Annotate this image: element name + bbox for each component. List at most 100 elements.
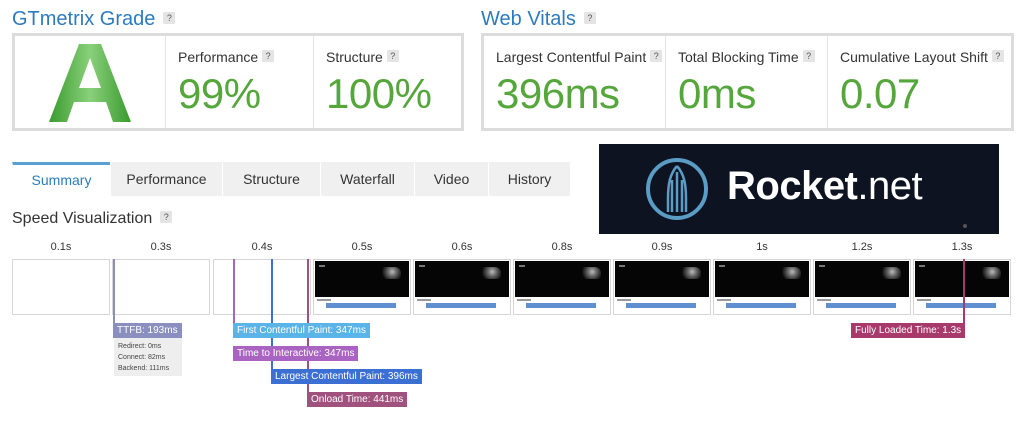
filmstrip-frame[interactable]: [313, 259, 411, 315]
ttfb-backend: Backend: 111ms: [118, 365, 170, 372]
ttfb-detail-box: Redirect: 0ms Connect: 82ms Backend: 111…: [114, 338, 182, 376]
cls-value: 0.07: [840, 70, 920, 117]
onload-marker: Onload Time: 441ms: [307, 392, 408, 407]
grade-panel: A Performance? 99% Structure? 100%: [12, 33, 464, 131]
cls-label-text: Cumulative Layout Shift: [840, 49, 988, 65]
lcp-cell: Largest Contentful Paint? 396ms: [484, 36, 665, 128]
lcp-marker: Largest Contentful Paint: 396ms: [271, 369, 422, 384]
speed-visualization-title-text: Speed Visualization: [12, 210, 153, 227]
frame-time-label: 0.9s: [651, 241, 673, 253]
frame-screenshot-bar: [626, 303, 696, 308]
frame-time-label: 0.8s: [551, 241, 573, 253]
frame-screenshot-bar: [326, 303, 396, 308]
tbt-value: 0ms: [678, 70, 756, 117]
cls-cell: Cumulative Layout Shift? 0.07: [827, 36, 1011, 128]
frame-screenshot: [415, 261, 509, 297]
frame-time-label: 0.6s: [451, 241, 473, 253]
grade-cell: A: [15, 36, 165, 128]
filmstrip-frame[interactable]: [713, 259, 811, 315]
rocket-logo-icon: [646, 158, 708, 220]
performance-value: 99%: [178, 70, 261, 117]
tti-marker: Time to Interactive: 347ms: [233, 346, 359, 361]
frame-screenshot: [615, 261, 709, 297]
help-icon[interactable]: ?: [163, 11, 176, 24]
tab-structure[interactable]: Structure: [222, 162, 320, 196]
grade-a-icon: [49, 44, 131, 122]
frame-screenshot-bar: [426, 303, 496, 308]
ttfb-line: [113, 259, 115, 323]
tti-line: [233, 259, 235, 323]
frame-screenshot-bar: [926, 303, 996, 308]
frame-screenshot-detail: [317, 299, 331, 301]
frame-screenshot-detail: [517, 299, 531, 301]
performance-cell: Performance? 99%: [165, 36, 313, 128]
fcp-marker: First Contentful Paint: 347ms: [233, 323, 370, 338]
rocket-suffix-text: .net: [857, 164, 923, 208]
help-icon[interactable]: ?: [160, 210, 173, 223]
filmstrip-frame[interactable]: [12, 259, 110, 315]
frame-time-label: 1.2s: [851, 241, 873, 253]
tab-video[interactable]: Video: [414, 162, 488, 196]
filmstrip-frame[interactable]: [913, 259, 1011, 315]
frame-screenshot-detail: [717, 299, 731, 301]
help-icon[interactable]: ?: [650, 50, 663, 63]
cls-label: Cumulative Layout Shift?: [840, 49, 1004, 65]
tbt-label-text: Total Blocking Time: [678, 49, 799, 65]
rocket-net-wordmark: Rocket.net: [727, 164, 923, 209]
filmstrip-frame[interactable]: [413, 259, 511, 315]
web-vitals-panel: Largest Contentful Paint? 396ms Total Bl…: [481, 33, 1014, 131]
frame-screenshot: [915, 261, 1009, 297]
tbt-label: Total Blocking Time?: [678, 49, 815, 65]
frame-screenshot-detail: [417, 299, 431, 301]
ad-dot-icon: [963, 224, 967, 228]
frame-screenshot-bar: [526, 303, 596, 308]
help-icon[interactable]: ?: [583, 11, 596, 24]
lcp-label-text: Largest Contentful Paint: [496, 49, 647, 65]
structure-label-text: Structure: [326, 49, 383, 65]
grade-letter: A: [15, 40, 165, 130]
fully-loaded-line: [963, 259, 965, 323]
filmstrip-frame[interactable]: [213, 259, 311, 315]
frame-time-label: 1.3s: [951, 241, 973, 253]
frame-screenshot-detail: [817, 299, 831, 301]
frame-screenshot-detail: [617, 299, 631, 301]
tab-history[interactable]: History: [488, 162, 570, 196]
structure-label: Structure?: [326, 49, 399, 65]
filmstrip-frame[interactable]: [813, 259, 911, 315]
structure-cell: Structure? 100%: [313, 36, 461, 128]
frame-screenshot-bar: [826, 303, 896, 308]
rocket-brand-text: Rocket: [727, 164, 858, 208]
frame-screenshot: [515, 261, 609, 297]
frame-time-label: 0.4s: [251, 241, 273, 253]
frame-screenshot: [815, 261, 909, 297]
ttfb-redirect: Redirect: 0ms: [118, 343, 162, 350]
help-icon[interactable]: ?: [386, 50, 399, 63]
filmstrip-frame[interactable]: [613, 259, 711, 315]
web-vitals-title: Web Vitals?: [481, 8, 596, 31]
frame-screenshot-detail: [917, 299, 931, 301]
tab-performance[interactable]: Performance: [110, 162, 222, 196]
frame-screenshot-bar: [726, 303, 796, 308]
help-icon[interactable]: ?: [991, 50, 1004, 63]
frame-time-label: 0.1s: [50, 241, 72, 253]
filmstrip-frame[interactable]: [513, 259, 611, 315]
performance-label-text: Performance: [178, 49, 259, 65]
structure-value: 100%: [326, 70, 432, 117]
ttfb-marker: TTFB: 193ms: [113, 323, 182, 338]
help-icon[interactable]: ?: [802, 50, 815, 63]
speed-visualization-title: Speed Visualization?: [12, 210, 173, 228]
help-icon[interactable]: ?: [262, 50, 275, 63]
frame-time-label: 1s: [756, 241, 768, 253]
gtmetrix-grade-title: GTmetrix Grade?: [12, 8, 176, 31]
tab-summary[interactable]: Summary: [12, 162, 110, 196]
web-vitals-title-text: Web Vitals: [481, 8, 576, 30]
lcp-value: 396ms: [496, 70, 620, 117]
rocket-net-banner[interactable]: Rocket.net: [599, 144, 999, 234]
filmstrip-frame[interactable]: [112, 259, 210, 315]
ttfb-connect: Connect: 82ms: [118, 354, 166, 361]
frame-time-label: 0.5s: [351, 241, 373, 253]
frame-screenshot: [715, 261, 809, 297]
tab-waterfall[interactable]: Waterfall: [320, 162, 414, 196]
fully-loaded-marker: Fully Loaded Time: 1.3s: [851, 323, 966, 338]
frame-screenshot: [315, 261, 409, 297]
